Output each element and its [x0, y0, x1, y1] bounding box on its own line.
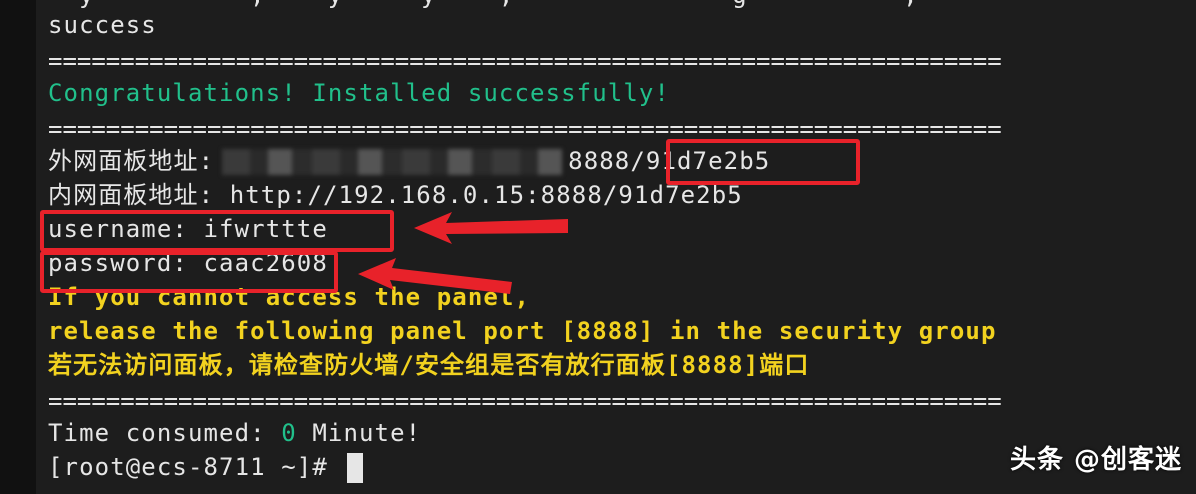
text-cursor [347, 453, 364, 483]
separator-line: ========================================… [48, 47, 1002, 75]
external-address-line: 外网面板地址: 8888/91d7e2b5 [48, 144, 770, 178]
partial-top-line: y , y y , g , [48, 0, 919, 12]
external-port: 8888 [568, 147, 631, 175]
external-address-label: 外网面板地址: [48, 147, 215, 175]
password-highlight [40, 251, 338, 293]
username-highlight [40, 210, 394, 252]
warning-line-3: 若无法访问面板，请检查防火墙/安全组是否有放行面板[8888]端口 [48, 351, 810, 379]
terminal-window[interactable]: y , y y , g , success ==================… [0, 0, 1196, 494]
time-value: 0 [281, 419, 297, 447]
username-arrow-icon [414, 212, 568, 244]
redacted-ip-blur [222, 149, 563, 175]
time-prefix: Time consumed: [48, 419, 282, 447]
time-consumed-line: Time consumed: 0 Minute! [48, 416, 421, 450]
url-path-highlight [666, 139, 860, 185]
congrats-line: Congratulations! Installed successfully! [48, 79, 670, 107]
success-line: success [48, 11, 157, 39]
separator-line: ========================================… [48, 387, 1002, 415]
password-arrow-icon [358, 258, 512, 294]
internal-address-line: 内网面板地址: http://192.168.0.15:8888/91d7e2b… [48, 181, 743, 209]
terminal-left-edge [0, 0, 36, 494]
watermark-label: 头条 @创客迷 [1009, 445, 1182, 475]
shell-prompt-line[interactable]: [root@ecs-8711 ~]# [48, 450, 364, 484]
warning-line-2: release the following panel port [8888] … [48, 317, 997, 345]
time-suffix: Minute! [296, 419, 422, 447]
shell-prompt: [root@ecs-8711 ~]# [48, 453, 344, 481]
